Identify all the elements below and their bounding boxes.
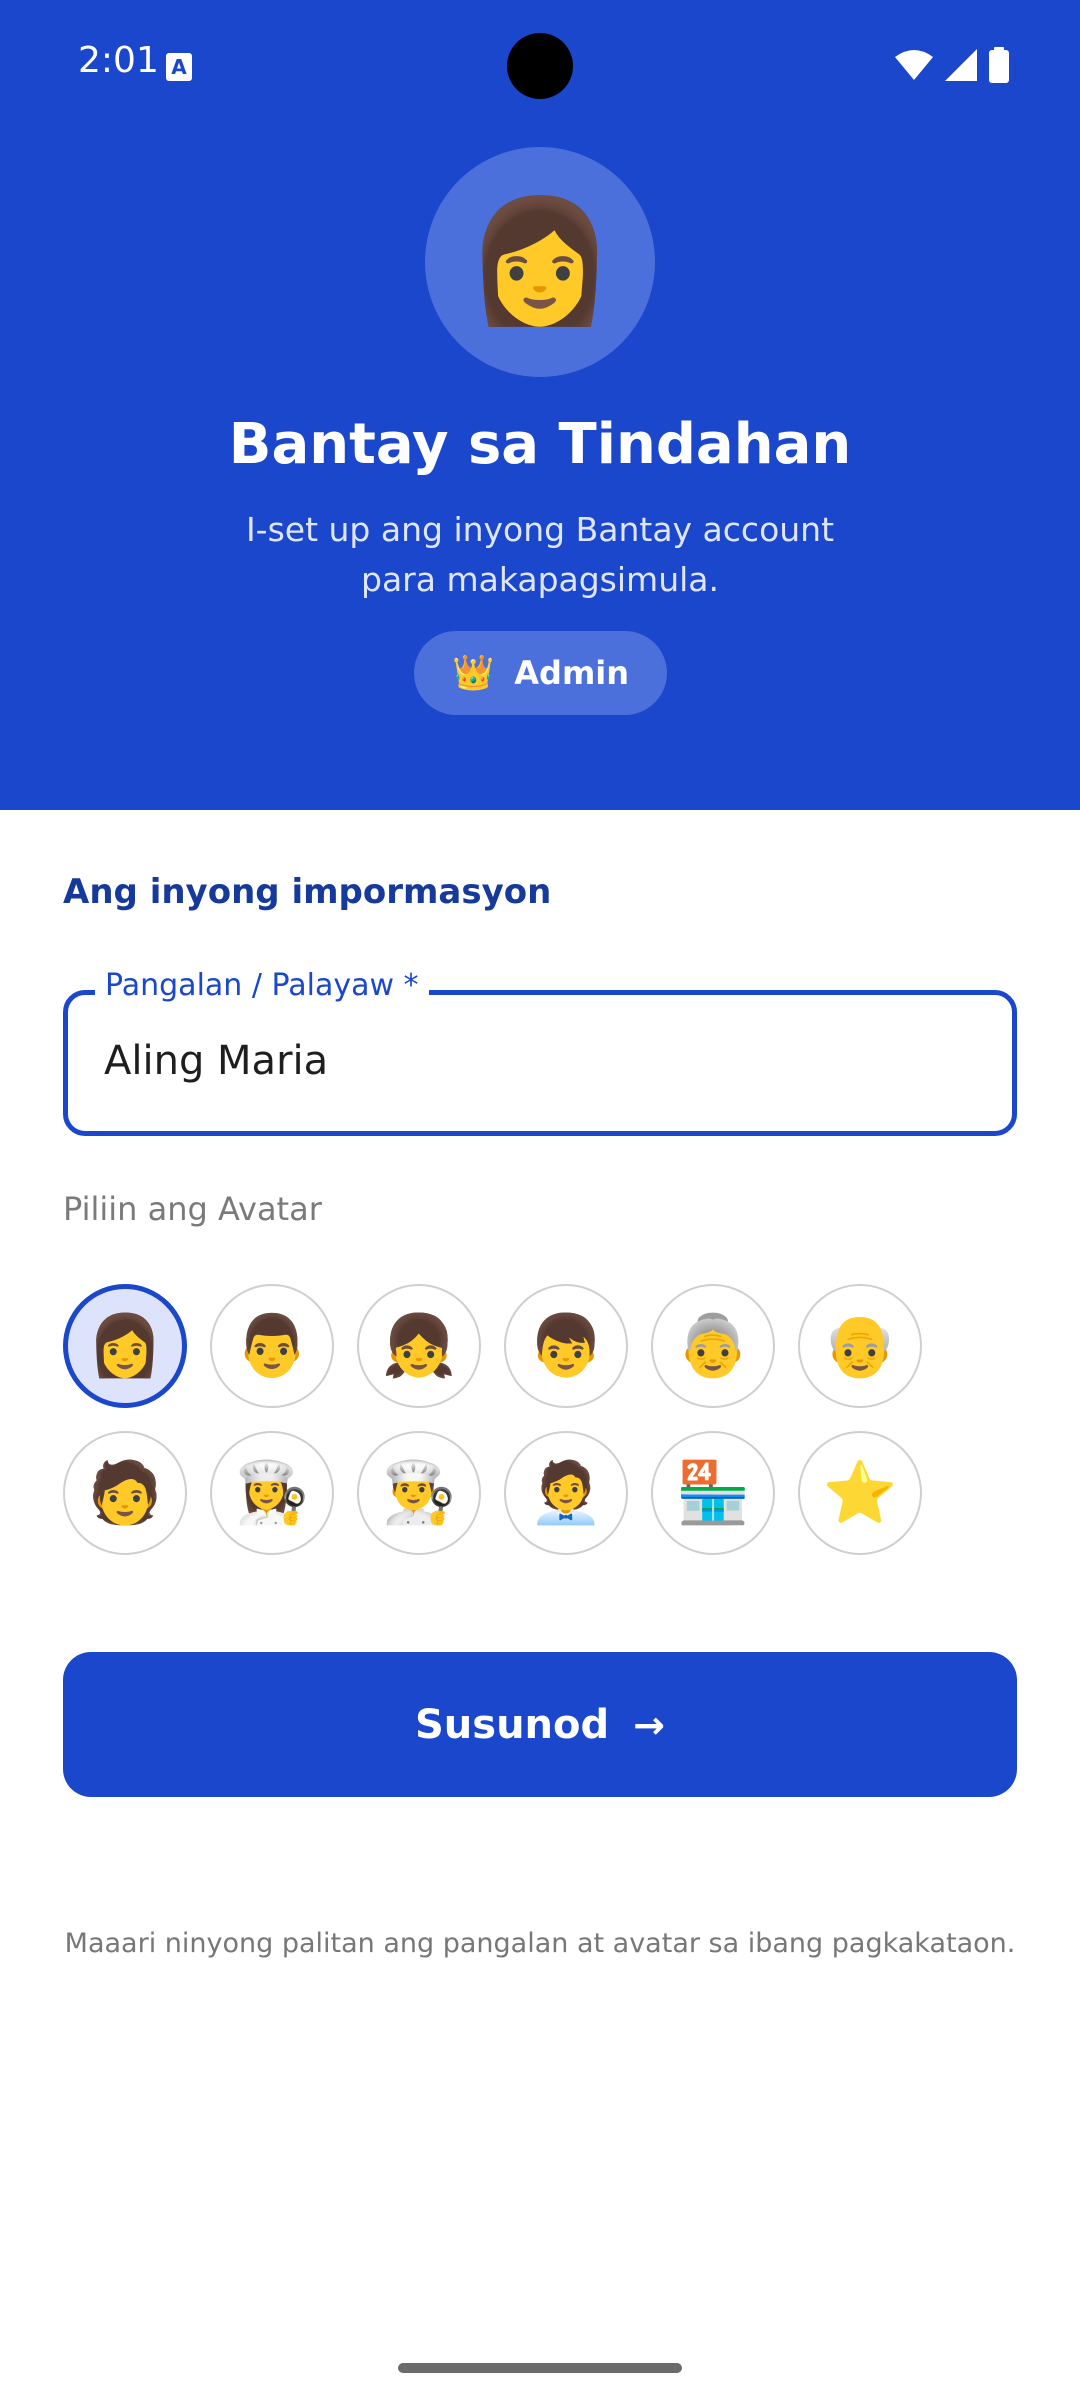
avatar-old-man-icon: 👴 <box>822 1311 898 1381</box>
avatar-picker-label: Piliin ang Avatar <box>63 1190 322 1228</box>
avatar-option[interactable]: 👩 <box>63 1284 187 1408</box>
status-bar: 2:01 A <box>0 0 1080 130</box>
avatar-option[interactable]: ⭐ <box>798 1431 922 1555</box>
footnote: Maaari ninyong palitan ang pangalan at a… <box>64 1928 1016 1959</box>
role-label: Admin <box>514 654 630 692</box>
app-subtitle: I-set up ang inyong Bantay account para … <box>245 510 835 599</box>
battery-icon <box>989 47 1009 83</box>
header-banner: 2:01 A 👩 Bantay sa Tindahan I-set up ang… <box>0 0 1080 810</box>
avatar-man-cook-icon: 👨‍🍳 <box>381 1458 457 1528</box>
avatar-woman-icon: 👩 <box>87 1311 163 1381</box>
avatar-option[interactable]: 👧 <box>357 1284 481 1408</box>
arrow-right-icon: → <box>633 1702 665 1747</box>
crown-icon: 👑 <box>451 653 495 693</box>
avatar-store-icon: 🏪 <box>675 1458 751 1528</box>
name-input-value[interactable]: Aling Maria <box>104 1038 328 1084</box>
avatar-person-icon: 🧑 <box>87 1458 163 1528</box>
avatar-girl-icon: 👧 <box>381 1311 457 1381</box>
avatar-option[interactable]: 👵 <box>651 1284 775 1408</box>
avatar-picker: 👩 👨 👧 👦 👵 👴 🧑 👩‍🍳 👨‍🍳 🧑‍💼 🏪 ⭐ <box>63 1284 963 1555</box>
app-title: Bantay sa Tindahan <box>228 412 852 477</box>
avatar-office-worker-icon: 🧑‍💼 <box>528 1458 604 1528</box>
avatar-man-icon: 👨 <box>234 1311 310 1381</box>
status-icons <box>894 47 1010 83</box>
next-button[interactable]: Susunod → <box>63 1652 1017 1797</box>
avatar-option[interactable]: 👨‍🍳 <box>357 1431 481 1555</box>
avatar-option[interactable]: 🧑‍💼 <box>504 1431 628 1555</box>
avatar-option[interactable]: 🧑 <box>63 1431 187 1555</box>
wifi-icon <box>895 50 933 80</box>
status-time: 2:01 <box>78 40 159 81</box>
notification-a-icon: A <box>166 53 192 81</box>
home-indicator[interactable] <box>398 2363 682 2373</box>
avatar-boy-icon: 👦 <box>528 1311 604 1381</box>
selected-avatar-preview: 👩 <box>425 147 655 377</box>
signal-icon <box>945 49 977 81</box>
role-badge: 👑 Admin <box>414 631 667 715</box>
section-title: Ang inyong impormasyon <box>63 872 552 912</box>
avatar-option[interactable]: 🏪 <box>651 1431 775 1555</box>
camera-cutout <box>507 33 573 99</box>
avatar-preview-emoji: 👩 <box>465 192 615 331</box>
avatar-old-woman-icon: 👵 <box>675 1311 751 1381</box>
avatar-option[interactable]: 👦 <box>504 1284 628 1408</box>
avatar-woman-cook-icon: 👩‍🍳 <box>234 1458 310 1528</box>
next-button-label: Susunod <box>414 1701 610 1748</box>
name-input-label: Pangalan / Palayaw * <box>95 968 429 1003</box>
avatar-option[interactable]: 👴 <box>798 1284 922 1408</box>
avatar-star-icon: ⭐ <box>822 1458 898 1528</box>
setup-screen: 2:01 A 👩 Bantay sa Tindahan I-set up ang… <box>0 0 1080 2400</box>
avatar-option[interactable]: 👨 <box>210 1284 334 1408</box>
avatar-option[interactable]: 👩‍🍳 <box>210 1431 334 1555</box>
